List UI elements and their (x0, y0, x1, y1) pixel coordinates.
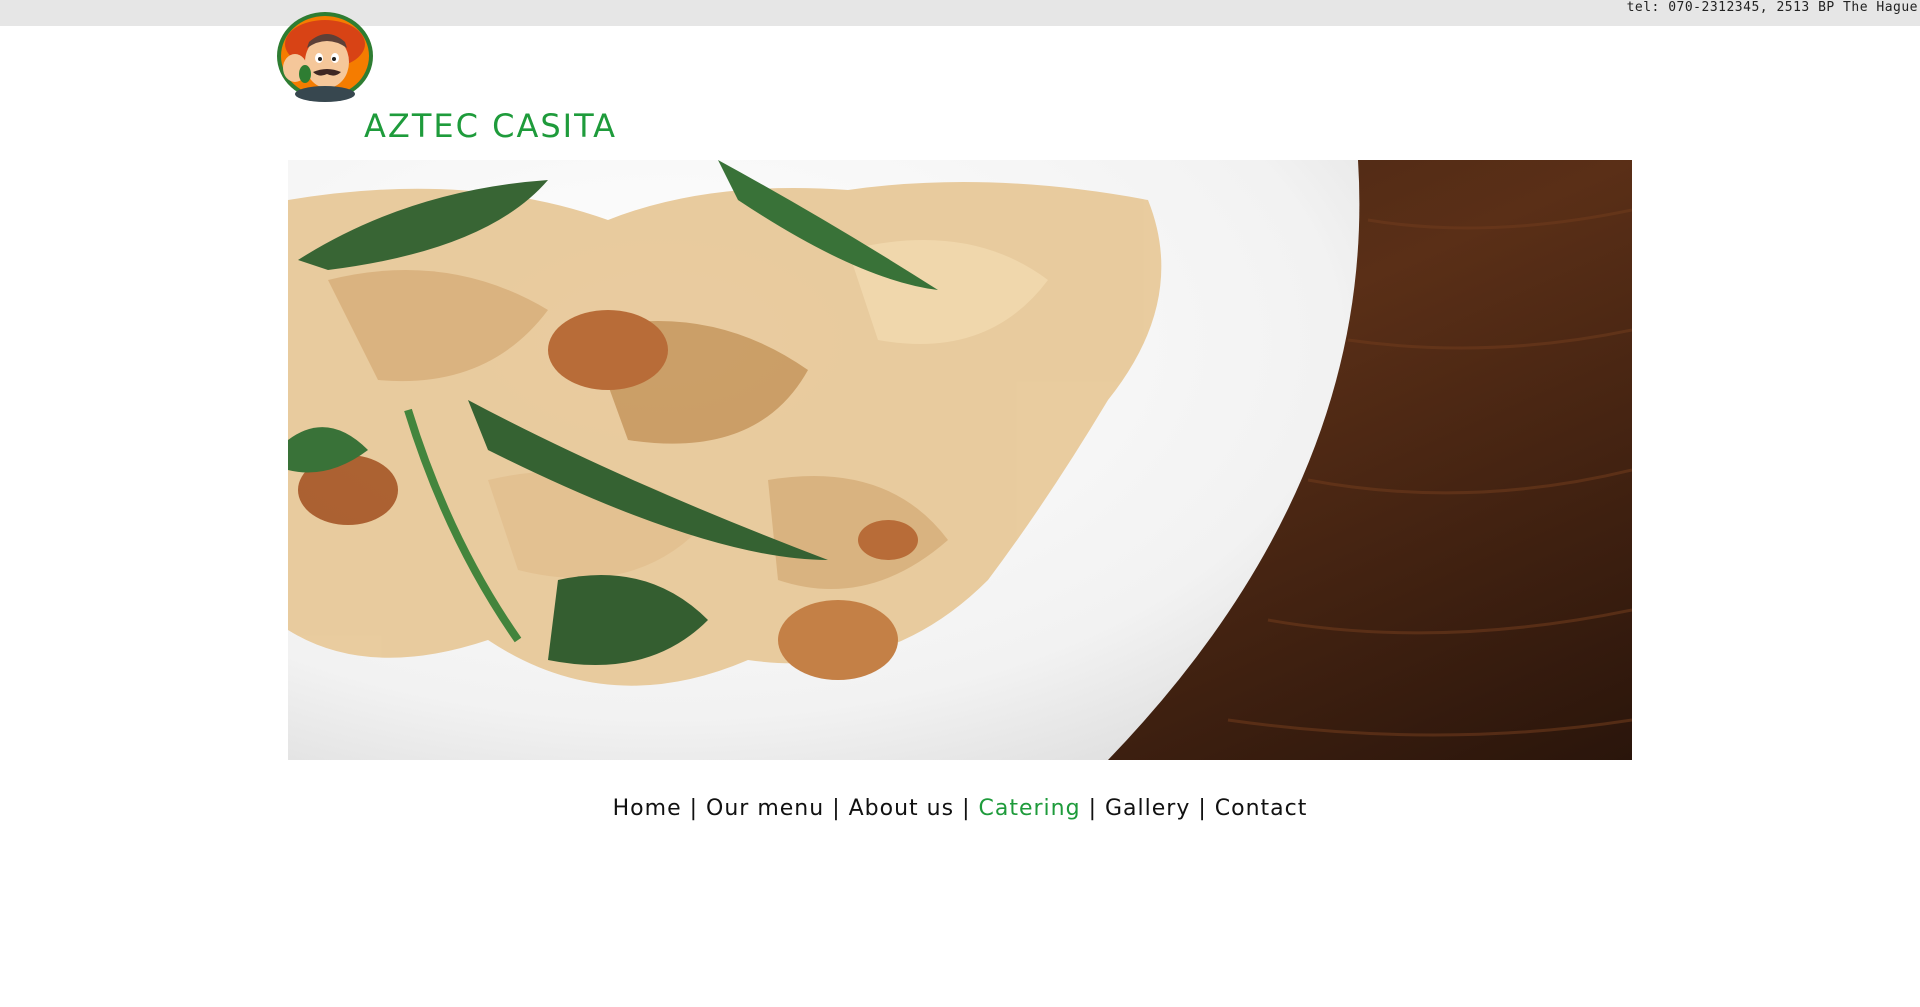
mariachi-mascot-icon (277, 12, 373, 102)
nav-our-menu[interactable]: Our menu (706, 796, 824, 821)
hero-image (288, 160, 1632, 760)
nav-separator: | (1198, 796, 1207, 821)
nav-about-us[interactable]: About us (849, 796, 954, 821)
nav-separator: | (1088, 796, 1097, 821)
nav-contact[interactable]: Contact (1215, 796, 1308, 821)
pasta-dish-photo (288, 160, 1632, 760)
contact-info: tel: 070-2312345, 2513 BP The Hague (1626, 0, 1918, 15)
logo[interactable] (273, 10, 375, 104)
nav-separator: | (962, 796, 971, 821)
nav-gallery[interactable]: Gallery (1105, 796, 1190, 821)
main-nav: Home | Our menu | About us | Catering | Gallery |… (0, 796, 1920, 821)
nav-catering[interactable]: Catering (978, 796, 1080, 821)
brand-title[interactable]: AZTEC CASITA (364, 107, 617, 145)
nav-home[interactable]: Home (613, 796, 682, 821)
nav-separator: | (832, 796, 841, 821)
nav-separator: | (689, 796, 699, 821)
